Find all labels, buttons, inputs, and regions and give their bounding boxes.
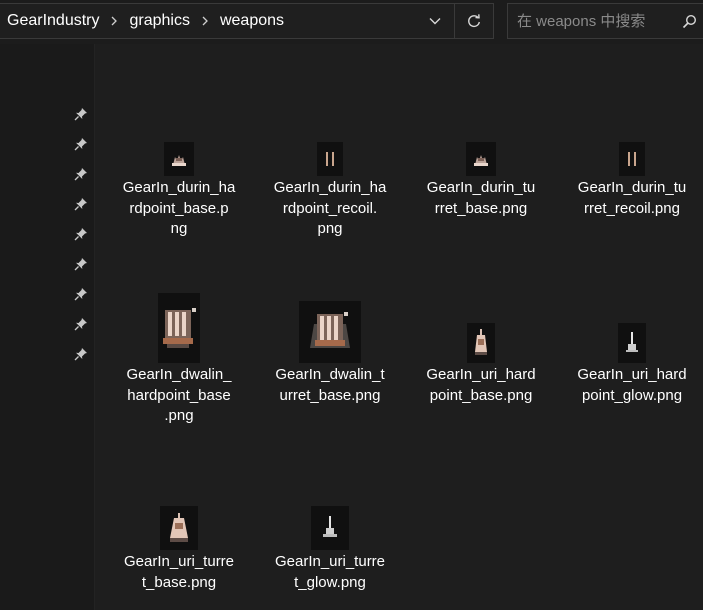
file-item[interactable]: GearIn_uri_hard point_base.png <box>411 267 551 406</box>
file-list: GearIn_durin_ha rdpoint_base.p ng GearIn_d… <box>95 44 703 610</box>
pin-icon[interactable] <box>73 166 89 182</box>
file-name: GearIn_durin_ha rdpoint_base.p ng <box>122 179 236 237</box>
file-item[interactable]: GearIn_durin_ha rdpoint_recoil. png <box>260 80 400 240</box>
navigation-pane <box>0 44 94 610</box>
file-name: GearIn_durin_tu rret_recoil.png <box>577 179 687 217</box>
image-thumbnail <box>466 142 496 176</box>
search-box[interactable] <box>507 3 703 39</box>
search-input[interactable] <box>508 12 675 30</box>
file-item[interactable]: GearIn_durin_tu rret_base.png <box>411 80 551 219</box>
chevron-down-icon[interactable] <box>416 4 454 38</box>
image-thumbnail <box>158 293 200 363</box>
address-bar[interactable]: GearIndustry graphics weapons <box>0 3 494 39</box>
image-thumbnail <box>164 142 194 176</box>
file-name: GearIn_uri_hard point_base.png <box>426 366 536 404</box>
chevron-right-icon[interactable] <box>103 3 125 39</box>
file-item[interactable]: GearIn_dwalin_t urret_base.png <box>260 267 400 406</box>
file-name: GearIn_dwalin_t urret_base.png <box>275 366 385 404</box>
file-item[interactable]: GearIn_uri_turre t_base.png <box>109 454 249 593</box>
image-thumbnail <box>619 142 645 176</box>
file-item[interactable]: GearIn_uri_hard point_glow.png <box>562 267 702 406</box>
pin-icon[interactable] <box>73 226 89 242</box>
image-thumbnail <box>160 506 198 550</box>
file-name: GearIn_dwalin_ hardpoint_base .png <box>126 366 232 424</box>
search-icon[interactable] <box>675 4 703 38</box>
pin-icon[interactable] <box>73 256 89 272</box>
image-thumbnail <box>618 323 646 363</box>
pin-icon[interactable] <box>73 196 89 212</box>
file-name: GearIn_uri_hard point_glow.png <box>577 366 687 404</box>
chevron-right-icon[interactable] <box>194 3 216 39</box>
pin-icon[interactable] <box>73 136 89 152</box>
file-item[interactable]: GearIn_dwalin_ hardpoint_base .png <box>109 267 249 427</box>
toolbar: GearIndustry graphics weapons <box>0 0 703 44</box>
pin-icon[interactable] <box>73 106 89 122</box>
file-name: GearIn_uri_turre t_glow.png <box>274 553 386 591</box>
image-thumbnail <box>467 323 495 363</box>
file-item[interactable]: GearIn_durin_ha rdpoint_base.p ng <box>109 80 249 240</box>
refresh-icon[interactable] <box>455 4 493 38</box>
pin-icon[interactable] <box>73 346 89 362</box>
image-thumbnail <box>317 142 343 176</box>
pin-icon[interactable] <box>73 286 89 302</box>
image-thumbnail <box>311 506 349 550</box>
file-name: GearIn_durin_tu rret_base.png <box>426 179 536 217</box>
pin-icon[interactable] <box>73 316 89 332</box>
breadcrumb-weapons[interactable]: weapons <box>216 12 288 30</box>
file-item[interactable]: GearIn_durin_tu rret_recoil.png <box>562 80 702 219</box>
breadcrumb-gearindustry[interactable]: GearIndustry <box>0 12 103 30</box>
breadcrumb-graphics[interactable]: graphics <box>125 12 193 30</box>
file-name: GearIn_durin_ha rdpoint_recoil. png <box>273 179 387 237</box>
image-thumbnail <box>299 301 361 363</box>
file-item[interactable]: GearIn_uri_turre t_glow.png <box>260 454 400 593</box>
file-name: GearIn_uri_turre t_base.png <box>123 553 235 591</box>
